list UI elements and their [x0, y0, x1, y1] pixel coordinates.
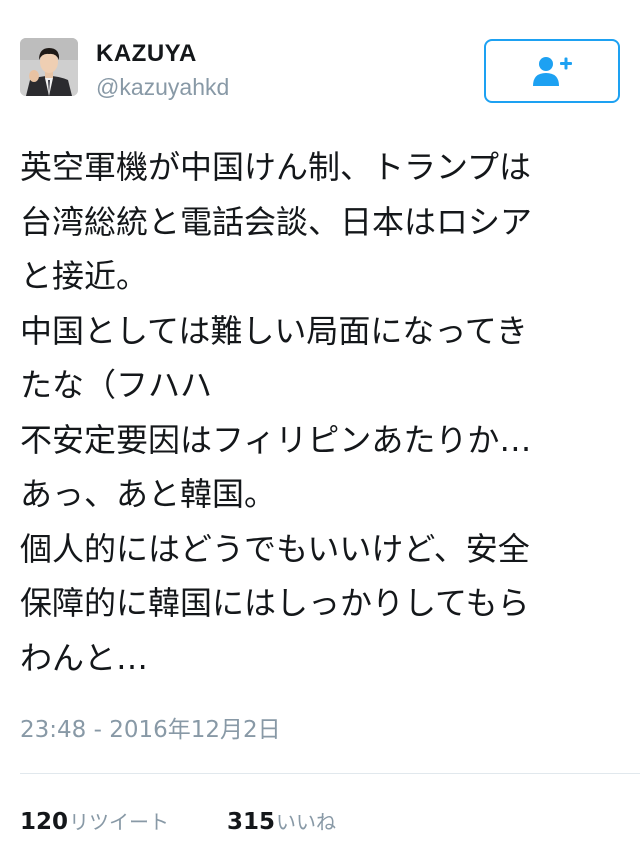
tweet-text: 英空軍機が中国けん制、トランプは 台湾総統と電話会談、日本はロシア と接近。 中…	[20, 148, 533, 677]
profile-photo	[20, 38, 78, 96]
like-count: 315	[227, 809, 276, 835]
retweet-count: 120	[20, 809, 69, 835]
display-name[interactable]: KAZUYA	[96, 40, 197, 68]
username[interactable]: @kazuyahkd	[96, 74, 229, 101]
add-user-icon	[533, 57, 572, 86]
tweet-stats: 120 リツイート 315 いいね	[20, 806, 394, 835]
like-label: いいね	[276, 810, 337, 834]
retweet-stat[interactable]: 120 リツイート	[20, 806, 169, 835]
like-stat[interactable]: 315 いいね	[227, 806, 336, 835]
follow-button[interactable]	[484, 39, 620, 103]
avatar[interactable]	[20, 38, 78, 96]
tweet-timestamp[interactable]: 23:48 - 2016年12月2日	[20, 710, 281, 744]
divider	[20, 773, 640, 774]
retweet-label: リツイート	[69, 810, 170, 834]
